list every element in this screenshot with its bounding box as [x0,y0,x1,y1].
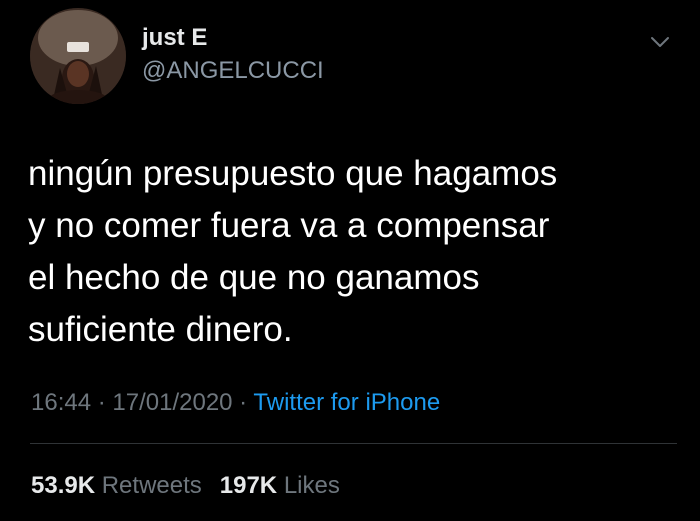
retweets-label: Retweets [101,472,202,499]
chevron-down-icon[interactable] [648,30,672,54]
retweets-stat[interactable]: 53.9K Retweets [31,472,202,499]
divider [30,443,677,444]
meta-separator: · [232,389,254,416]
tweet-card: just E @ANGELCUCCI ningún presupuesto qu… [0,0,700,521]
tweet-metadata: 16:44 · 17/01/2020 · Twitter for iPhone [31,389,440,417]
likes-count: 197K [219,472,278,499]
tweet-stats: 53.9K Retweets 197K Likes [31,472,340,500]
tweet-date[interactable]: 17/01/2020 [112,389,232,416]
likes-label: Likes [283,472,340,499]
tweet-source-link[interactable]: Twitter for iPhone [253,389,440,416]
author-display-name[interactable]: just E [142,24,207,52]
retweets-count: 53.9K [31,472,96,499]
author-handle[interactable]: @ANGELCUCCI [142,57,324,85]
avatar[interactable] [30,8,126,104]
tweet-text: ningún presupuesto que hagamos y no come… [28,154,558,349]
likes-stat[interactable]: 197K Likes [220,472,340,499]
avatar-photo [30,8,126,104]
tweet-time[interactable]: 16:44 [31,389,91,416]
meta-separator: · [91,389,113,416]
